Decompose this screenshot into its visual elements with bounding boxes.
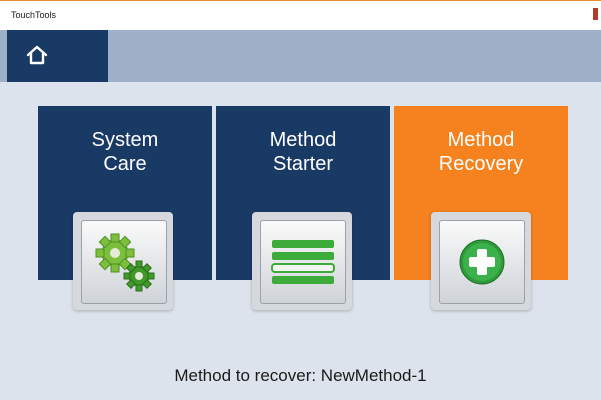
method-starter-button[interactable] <box>252 212 352 310</box>
tile-label: System Care <box>91 129 159 175</box>
method-recovery-button[interactable] <box>431 212 531 310</box>
icon-frame <box>260 220 346 304</box>
close-button[interactable] <box>593 8 598 20</box>
gears-icon <box>95 233 155 292</box>
icon-frame <box>81 220 167 304</box>
icon-frame <box>439 220 525 304</box>
recover-status-text: Method to recover: NewMethod-1 <box>174 366 427 385</box>
tile-label: Method Recovery <box>438 129 524 175</box>
plus-circle-icon <box>459 239 505 285</box>
nav-bar <box>0 30 601 82</box>
app-title: TouchTools <box>11 10 57 20</box>
system-care-button[interactable] <box>73 212 173 310</box>
list-icon <box>271 240 335 284</box>
home-icon <box>26 45 48 65</box>
title-bar: TouchTools <box>0 1 601 30</box>
tile-label: Method Starter <box>269 129 337 175</box>
home-button[interactable] <box>7 30 108 82</box>
